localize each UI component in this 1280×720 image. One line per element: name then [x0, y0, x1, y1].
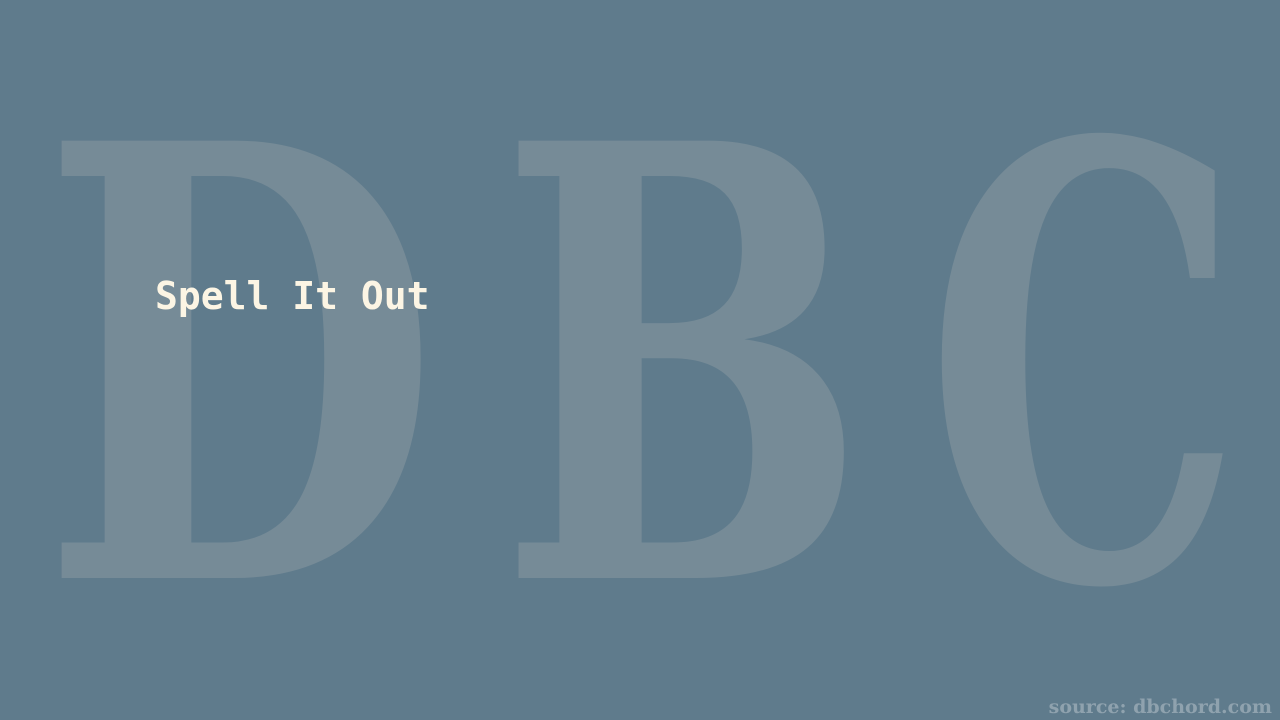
backdrop-letter-d: D — [40, 15, 440, 720]
source-credit: source: dbchord.com — [1048, 696, 1272, 718]
backdrop-letter-b: B — [498, 15, 868, 720]
slide-title: Spell It Out — [155, 274, 430, 318]
backdrop-letter-c: C — [925, 15, 1243, 720]
backdrop-monogram: D B C — [40, 15, 1243, 720]
